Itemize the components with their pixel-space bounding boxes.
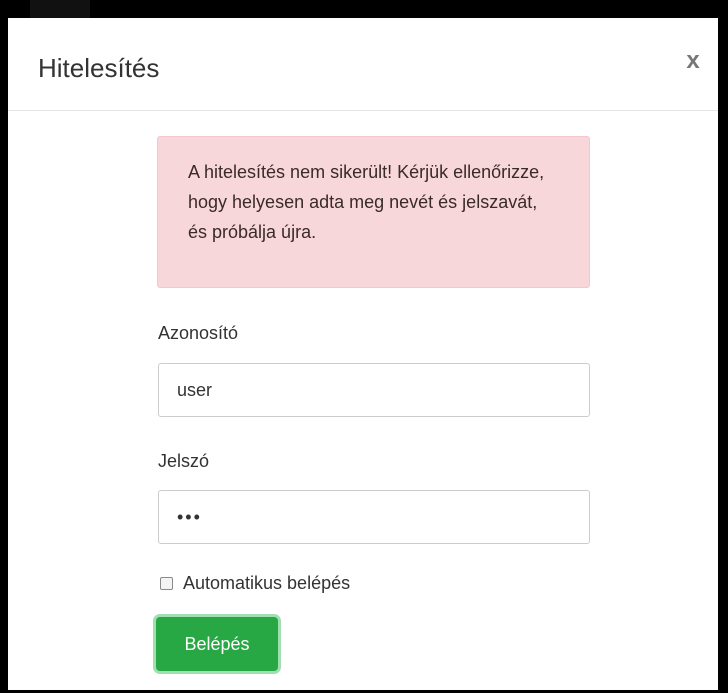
remember-label: Automatikus belépés bbox=[183, 573, 351, 593]
error-alert: A hitelesítés nem sikerült! Kérjük ellen… bbox=[157, 136, 590, 288]
username-input[interactable] bbox=[158, 363, 590, 417]
dialog-title: Hitelesítés bbox=[38, 53, 160, 83]
screen-frame: Hitelesítés x A hitelesítés nem sikerült… bbox=[0, 0, 728, 693]
backdrop bbox=[30, 0, 90, 18]
remember-me[interactable]: Automatikus belépés bbox=[160, 573, 350, 594]
password-input[interactable] bbox=[158, 490, 590, 544]
close-button[interactable]: x bbox=[678, 46, 708, 76]
login-dialog: Hitelesítés x A hitelesítés nem sikerült… bbox=[8, 18, 718, 690]
remember-checkbox[interactable] bbox=[160, 577, 173, 590]
password-label: Jelszó bbox=[158, 451, 210, 471]
dialog-header: Hitelesítés x bbox=[8, 18, 718, 111]
login-button[interactable]: Belépés bbox=[156, 617, 278, 671]
username-label: Azonosító bbox=[158, 323, 239, 343]
